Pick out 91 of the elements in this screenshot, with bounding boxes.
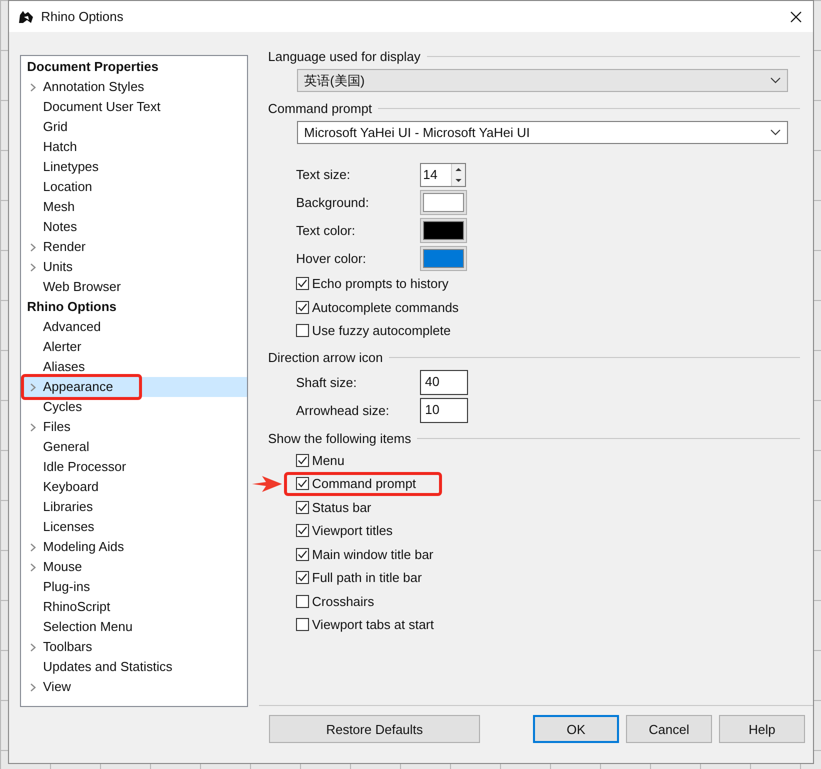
checkbox[interactable] (296, 454, 309, 467)
tree-item[interactable]: RhinoScript (21, 597, 247, 617)
section-heading: Command prompt (268, 100, 372, 116)
tree-item[interactable]: Modeling Aids (21, 537, 247, 557)
chevron-icon (770, 77, 781, 84)
text-size-spinner[interactable]: 14 (420, 162, 466, 186)
tree-item[interactable]: Keyboard (21, 477, 247, 497)
tree-item[interactable]: Annotation Styles (21, 77, 247, 97)
checkbox-option[interactable]: Main window title bar (296, 546, 434, 563)
tree-item[interactable]: View (21, 677, 247, 697)
tree-group-heading[interactable]: Document Properties (21, 57, 247, 77)
tree-item[interactable]: Linetypes (21, 157, 247, 177)
caret-icon[interactable] (30, 563, 36, 572)
caret-icon[interactable] (30, 243, 36, 252)
tree-item[interactable]: Render (21, 237, 247, 257)
section-heading: Language used for display (268, 48, 421, 64)
checkbox-option[interactable]: Command prompt (296, 475, 416, 492)
tree-group-heading[interactable]: Rhino Options (21, 297, 247, 317)
number-field[interactable]: 40 (420, 370, 468, 394)
tree-item[interactable]: Libraries (21, 497, 247, 517)
tree-item[interactable]: Mesh (21, 197, 247, 217)
section-heading: Show the following items (268, 431, 412, 446)
pointer-arrow (252, 476, 282, 492)
setting-label: Hover color: (296, 251, 368, 266)
caret-icon[interactable] (30, 643, 36, 652)
caret-icon[interactable] (30, 683, 36, 692)
checkbox[interactable] (296, 477, 309, 490)
tree-item[interactable]: Notes (21, 217, 247, 237)
checkbox-option[interactable]: Use fuzzy autocomplete (296, 319, 451, 342)
font-dropdown[interactable]: Microsoft YaHei UI - Microsoft YaHei UI (297, 121, 788, 144)
checkbox[interactable] (296, 500, 309, 514)
tree-item[interactable]: General (21, 437, 247, 457)
caret-icon[interactable] (30, 543, 36, 552)
tree-item[interactable]: Plug-ins (21, 577, 247, 597)
checkbox-option[interactable]: Viewport titles (296, 522, 393, 540)
setting-label: Shaft size: (296, 374, 358, 390)
dialog-button[interactable]: OK (533, 715, 619, 743)
checkbox-option[interactable]: Menu (296, 452, 345, 469)
tree-item[interactable]: Aliases (21, 357, 247, 377)
checkbox-option[interactable]: Autocomplete commands (296, 296, 459, 319)
chevron-icon (770, 129, 781, 136)
tree-item[interactable]: Units (21, 257, 247, 277)
color-swatch[interactable] (420, 190, 467, 215)
number-field[interactable]: 10 (420, 398, 468, 422)
caret-icon[interactable] (30, 83, 36, 92)
checkbox[interactable] (296, 548, 309, 561)
checkbox-option[interactable]: Viewport tabs at start (296, 616, 434, 634)
checkbox-option[interactable]: Full path in title bar (296, 569, 422, 586)
checkbox[interactable] (296, 324, 309, 338)
dialog-button[interactable]: Cancel (626, 715, 712, 743)
checkbox[interactable] (296, 618, 309, 632)
color-swatch[interactable] (420, 218, 467, 243)
restore-defaults-button[interactable]: Restore Defaults (269, 715, 480, 743)
checkbox-option[interactable]: Status bar (296, 498, 372, 516)
section-heading: Direction arrow icon (268, 350, 383, 365)
setting-label: Text color: (296, 223, 356, 238)
tree-item[interactable]: Selection Menu (21, 617, 247, 637)
checkbox[interactable] (296, 277, 309, 290)
checkbox[interactable] (296, 571, 309, 584)
tree-item[interactable]: Web Browser (21, 277, 247, 297)
tree-item[interactable]: Updates and Statistics (21, 657, 247, 677)
caret-icon[interactable] (30, 423, 36, 432)
tree-item[interactable]: Licenses (21, 517, 247, 537)
tree-item[interactable]: Files (21, 417, 247, 437)
rhino-logo-icon (18, 8, 34, 24)
checkbox[interactable] (296, 300, 309, 314)
tree-item[interactable]: Idle Processor (21, 457, 247, 477)
setting-label: Background: (296, 195, 370, 210)
tree-item[interactable]: Cycles (21, 397, 247, 417)
window-title: Rhino Options (41, 9, 124, 24)
checkbox[interactable] (296, 524, 309, 538)
setting-label: Text size: (296, 167, 352, 182)
tree-item[interactable]: Grid (21, 117, 247, 137)
tree-item[interactable]: Mouse (21, 557, 247, 577)
tree-item[interactable]: Location (21, 177, 247, 197)
close-icon[interactable] (790, 10, 802, 22)
dialog-button[interactable]: Help (719, 715, 805, 743)
setting-label: Arrowhead size: (296, 402, 390, 418)
tree-item[interactable]: Alerter (21, 337, 247, 357)
checkbox[interactable] (296, 594, 309, 608)
language-dropdown[interactable]: 英语(美国) (297, 69, 788, 92)
tree-item[interactable]: Document User Text (21, 97, 247, 117)
tree-item[interactable]: Toolbars (21, 637, 247, 657)
checkbox-option[interactable]: Crosshairs (296, 592, 374, 610)
tree-item[interactable]: Advanced (21, 317, 247, 337)
tree-item[interactable]: Appearance (21, 377, 247, 397)
caret-icon[interactable] (30, 263, 36, 272)
tree-item[interactable]: Hatch (21, 137, 247, 157)
caret-icon[interactable] (30, 383, 36, 392)
color-swatch[interactable] (420, 246, 467, 271)
checkbox-option[interactable]: Echo prompts to history (296, 272, 449, 296)
